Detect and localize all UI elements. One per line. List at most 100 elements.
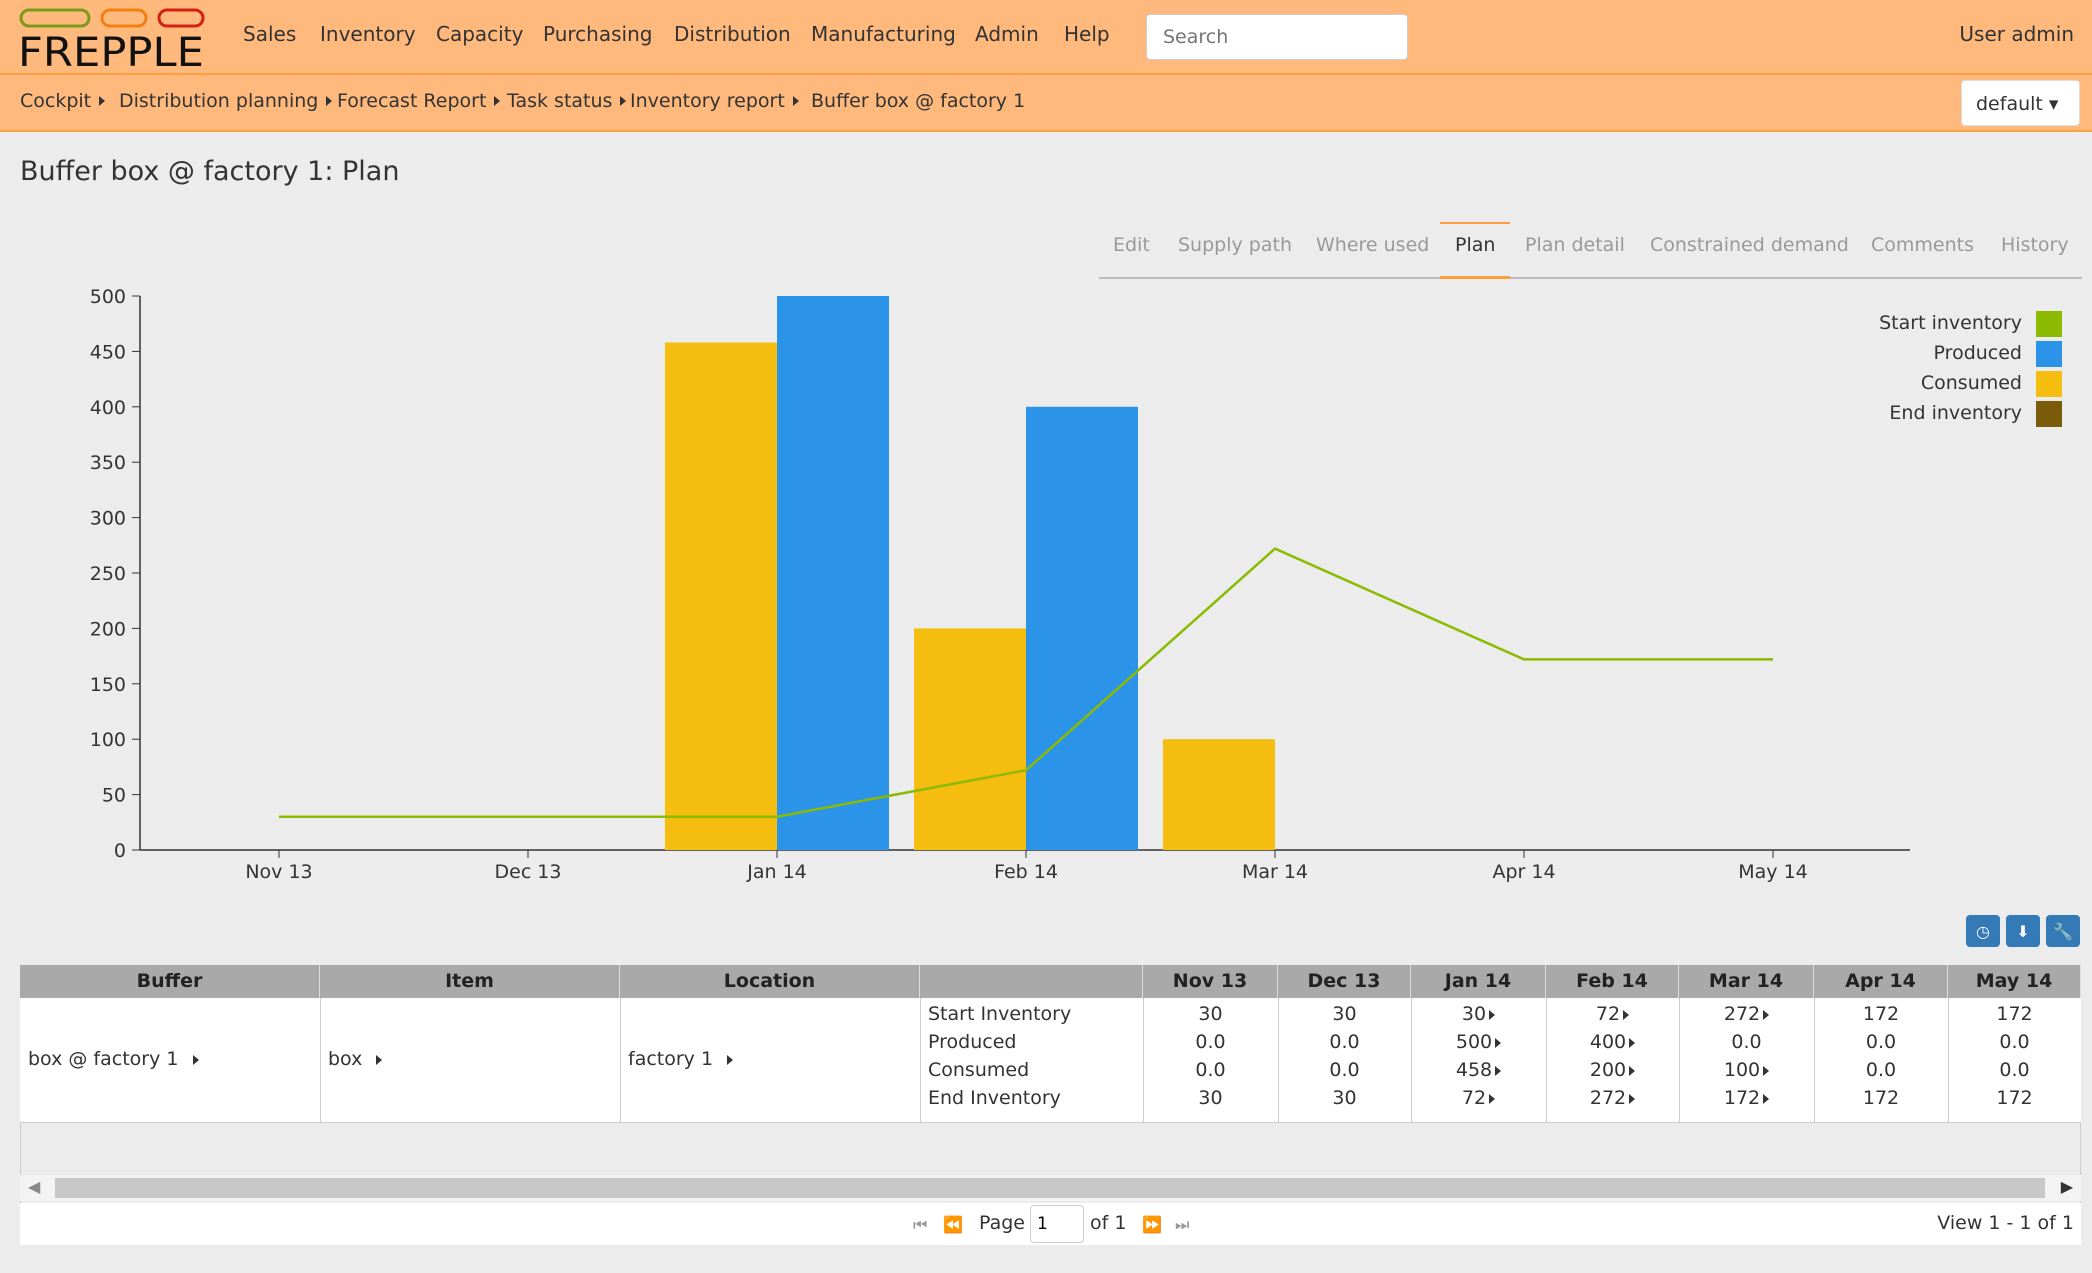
nav-sales[interactable]: Sales: [243, 22, 296, 46]
time-bucket-button[interactable]: ◷: [1966, 915, 2000, 947]
caret-right-icon: [1623, 1010, 1630, 1020]
table-cell[interactable]: 272: [1679, 1003, 1814, 1025]
column-header[interactable]: Apr 14: [1814, 965, 1948, 998]
cell-buffer[interactable]: box @ factory 1: [28, 1048, 199, 1070]
table-cell[interactable]: 30: [1411, 1003, 1546, 1025]
horizontal-scrollbar[interactable]: ◀ ▶: [20, 1175, 2081, 1201]
nav-manufacturing[interactable]: Manufacturing: [811, 22, 956, 46]
breadcrumb-label: Distribution planning: [119, 90, 319, 112]
nav-admin[interactable]: Admin: [975, 22, 1039, 46]
tab-edit[interactable]: Edit: [1113, 234, 1150, 256]
prev-page-icon[interactable]: ⏪: [943, 1215, 963, 1234]
tab-supply-path[interactable]: Supply path: [1178, 234, 1292, 256]
export-button[interactable]: ⬇: [2006, 915, 2040, 947]
configure-button[interactable]: 🔧: [2046, 915, 2080, 947]
row-label: Consumed: [928, 1059, 1030, 1081]
breadcrumb-item[interactable]: Cockpit: [20, 90, 106, 112]
table-cell: 0.0: [1814, 1031, 1948, 1053]
cell-value: 0.0: [1865, 1059, 1897, 1081]
table-cell: 0.0: [1278, 1031, 1411, 1053]
table-cell[interactable]: 500: [1411, 1031, 1546, 1053]
page-title: Buffer box @ factory 1: Plan: [20, 156, 400, 187]
page-input[interactable]: [1030, 1205, 1084, 1243]
tab-constrained-demand[interactable]: Constrained demand: [1650, 234, 1849, 256]
nav-help[interactable]: Help: [1064, 22, 1110, 46]
column-header[interactable]: Dec 13: [1278, 965, 1411, 998]
scenario-select[interactable]: default ▾: [1961, 80, 2080, 126]
cell-value: 30: [1198, 1003, 1223, 1025]
column-header[interactable]: Feb 14: [1546, 965, 1679, 998]
y-tick-label: 450: [90, 341, 126, 363]
cell-value: 172: [1996, 1003, 2033, 1025]
page-count: of 1: [1090, 1212, 1127, 1234]
user-menu[interactable]: User admin: [1959, 22, 2074, 46]
search-input[interactable]: [1146, 14, 1408, 60]
caret-right-icon: [727, 1055, 734, 1065]
table-cell: 172: [1814, 1087, 1948, 1109]
cell-value: 500: [1455, 1031, 1493, 1053]
table-cell[interactable]: 458: [1411, 1059, 1546, 1081]
column-header[interactable]: Nov 13: [1143, 965, 1278, 998]
table-cell[interactable]: 72: [1411, 1087, 1546, 1109]
consumed-bar: [914, 628, 1026, 850]
y-tick-label: 0: [114, 840, 126, 862]
column-header[interactable]: May 14: [1948, 965, 2081, 998]
table-cell[interactable]: 72: [1546, 1003, 1679, 1025]
column-header[interactable]: Jan 14: [1411, 965, 1546, 998]
tab-where-used[interactable]: Where used: [1316, 234, 1429, 256]
row-label: Produced: [928, 1031, 1017, 1053]
nav-inventory[interactable]: Inventory: [320, 22, 416, 46]
nav-capacity[interactable]: Capacity: [436, 22, 523, 46]
frepple-logo[interactable]: FREPPLE: [18, 8, 208, 68]
buffer-link[interactable]: box @ factory 1: [28, 1048, 178, 1070]
tabs-divider: [1099, 277, 2082, 279]
column-divider: [320, 998, 321, 1123]
breadcrumb-item[interactable]: Buffer box @ factory 1: [811, 90, 1025, 112]
breadcrumb-item[interactable]: Task status: [507, 90, 627, 112]
table-cell: 0.0: [1814, 1059, 1948, 1081]
cell-value: 0.0: [1731, 1031, 1762, 1053]
tab-plan[interactable]: Plan: [1455, 234, 1495, 256]
first-page-icon[interactable]: ⏮: [913, 1215, 927, 1235]
cell-location[interactable]: factory 1: [628, 1048, 734, 1070]
tab-history[interactable]: History: [2001, 234, 2069, 256]
cell-value: 200: [1589, 1059, 1627, 1081]
breadcrumb-item[interactable]: Distribution planning: [119, 90, 333, 112]
column-header[interactable]: Mar 14: [1679, 965, 1814, 998]
column-header[interactable]: Item: [320, 965, 620, 998]
table-cell[interactable]: 400: [1546, 1031, 1679, 1053]
table-cell[interactable]: 272: [1546, 1087, 1679, 1109]
last-page-icon[interactable]: ⏭: [1175, 1215, 1189, 1235]
nav-purchasing[interactable]: Purchasing: [543, 22, 652, 46]
x-tick-label: Feb 14: [994, 861, 1058, 883]
caret-right-icon: [376, 1055, 383, 1065]
column-header[interactable]: Location: [620, 965, 920, 998]
produced-bar: [777, 296, 889, 850]
tab-plan-detail[interactable]: Plan detail: [1525, 234, 1625, 256]
nav-distribution[interactable]: Distribution: [674, 22, 791, 46]
next-page-icon[interactable]: ⏩: [1142, 1215, 1162, 1234]
table-cell: 30: [1143, 1087, 1278, 1109]
table-cell: 0.0: [1143, 1031, 1278, 1053]
scroll-right-icon[interactable]: ▶: [2061, 1177, 2073, 1196]
breadcrumb-item[interactable]: Inventory report: [630, 90, 799, 112]
location-link[interactable]: factory 1: [628, 1048, 713, 1070]
table-cell[interactable]: 100: [1679, 1059, 1814, 1081]
download-icon: ⬇: [2016, 921, 2030, 941]
breadcrumb-item[interactable]: Forecast Report: [337, 90, 501, 112]
caret-right-icon: [1763, 1066, 1770, 1076]
column-header[interactable]: Buffer: [20, 965, 320, 998]
top-navbar: [0, 0, 2092, 75]
item-link[interactable]: box: [328, 1048, 362, 1070]
table-cell[interactable]: 172: [1679, 1087, 1814, 1109]
table-cell: 172: [1948, 1003, 2081, 1025]
cell-item[interactable]: box: [328, 1048, 383, 1070]
breadcrumb-label: Buffer box @ factory 1: [811, 90, 1026, 112]
scroll-left-icon[interactable]: ◀: [28, 1177, 40, 1196]
column-header[interactable]: [920, 965, 1143, 998]
cell-value: 30: [1461, 1003, 1487, 1025]
table-cell[interactable]: 200: [1546, 1059, 1679, 1081]
scrollbar-thumb[interactable]: [55, 1178, 2045, 1198]
tab-active-underline: [1440, 276, 1510, 279]
tab-comments[interactable]: Comments: [1871, 234, 1974, 256]
